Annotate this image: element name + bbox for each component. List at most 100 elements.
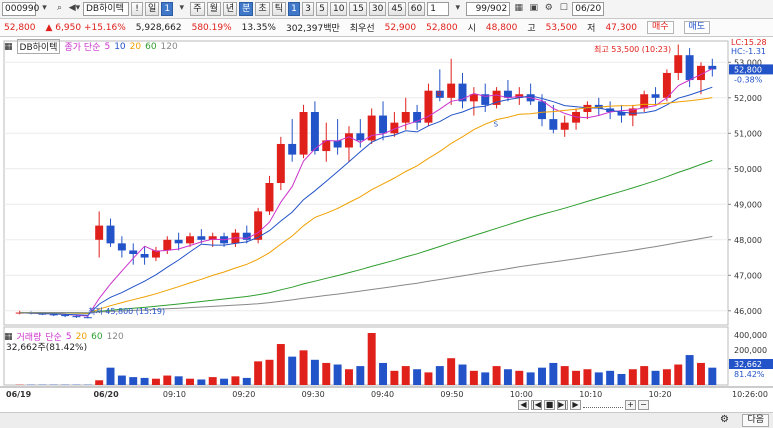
candle-body xyxy=(344,133,353,148)
candle-body xyxy=(401,112,410,123)
minute-5-button[interactable]: 5 xyxy=(315,2,328,16)
volume-bar xyxy=(344,369,353,385)
minute-60-button[interactable]: 60 xyxy=(407,2,426,16)
low-price: 47,300 xyxy=(605,22,637,33)
period-second-button[interactable]: 초 xyxy=(255,2,270,16)
volume-bar xyxy=(379,362,388,385)
volume-bar xyxy=(299,350,308,385)
range-field: 99/902 xyxy=(466,2,511,16)
stock-code-input[interactable]: 000990 xyxy=(2,2,39,16)
history-icon[interactable]: ◀▾ xyxy=(68,2,81,16)
buy-marker: B xyxy=(437,90,442,98)
candle-body xyxy=(538,101,546,120)
period-tick-button[interactable]: 틱 xyxy=(271,2,286,16)
candle-body xyxy=(288,143,297,155)
volume-bar xyxy=(322,362,331,385)
price-axis-label: 52,000 xyxy=(734,94,762,103)
search-icon[interactable]: ⌕ xyxy=(53,2,66,16)
volume-bar xyxy=(549,362,558,385)
volume-bar xyxy=(197,379,206,385)
volume-bar xyxy=(174,376,183,385)
interval-input[interactable]: 1 xyxy=(427,2,450,16)
volume-value: 5,928,662 xyxy=(135,22,182,33)
volume-bar xyxy=(310,359,319,385)
time-axis-label: 06/19 xyxy=(6,390,32,399)
period-month-button[interactable]: 월 xyxy=(206,2,221,16)
volume-bar xyxy=(186,378,194,385)
period-year-button[interactable]: 년 xyxy=(222,2,238,16)
volume-bar xyxy=(288,356,297,385)
price-axis-label: 47,000 xyxy=(734,271,762,280)
volume-bar xyxy=(674,364,683,385)
zoom-out-icon[interactable]: − xyxy=(638,400,649,410)
open-label: 시 xyxy=(467,24,476,34)
chart-toolbar: 000990 ▾ ⌕ ◀▾ DB하이텍 ! 일 1 ▾ 주 월 년 분 초 틱 … xyxy=(0,0,773,19)
candle-body xyxy=(560,122,569,130)
volume-tag: 32,662 xyxy=(734,360,762,369)
period-count-button[interactable]: 1 xyxy=(161,2,174,16)
legend-ma120: 120 xyxy=(160,41,178,52)
minute-30-button[interactable]: 30 xyxy=(368,2,387,16)
save-icon[interactable]: ▣ xyxy=(527,2,540,16)
best-ask: 52,900 xyxy=(384,22,417,33)
volume-bar xyxy=(651,370,660,385)
volume-bar xyxy=(390,370,399,385)
volume-bar xyxy=(640,366,649,385)
volume-bar xyxy=(662,369,671,385)
buy-button[interactable]: 매수 xyxy=(646,21,674,34)
legend-stock-name[interactable]: DB하이텍 xyxy=(16,39,61,54)
volume-ratio: 580.19% xyxy=(191,22,232,33)
candle-body xyxy=(83,317,92,319)
scroll-track[interactable] xyxy=(583,400,623,408)
volume-bar xyxy=(617,373,626,385)
change-amount: 6,950 xyxy=(55,22,82,33)
candle-body xyxy=(662,72,671,98)
interval-dropdown-icon[interactable]: ▾ xyxy=(451,2,464,16)
sell-button[interactable]: 매도 xyxy=(683,21,711,34)
grid-icon[interactable]: ▦ xyxy=(512,2,525,16)
volume-bar xyxy=(356,366,365,385)
price-axis-label: 46,000 xyxy=(734,307,762,316)
minute-10-button[interactable]: 10 xyxy=(329,2,348,16)
candle-body xyxy=(95,225,104,240)
minute-45-button[interactable]: 45 xyxy=(388,2,406,16)
nav-first-icon[interactable]: |◀ xyxy=(531,400,542,410)
period-day-button[interactable]: 일 xyxy=(145,2,160,16)
checkbox-icon[interactable]: ☐ xyxy=(557,2,570,16)
nav-next-icon[interactable]: ▶ xyxy=(570,400,581,410)
up-arrow-icon: ▲ xyxy=(45,22,53,33)
nav-last-icon[interactable]: ▶| xyxy=(557,400,568,410)
minute-3-button[interactable]: 3 xyxy=(301,2,314,16)
price-axis-label: 51,000 xyxy=(734,129,762,138)
minute-1-button[interactable]: 1 xyxy=(287,2,300,16)
legend-icon: ▦ xyxy=(4,41,13,52)
price-axis-label: 50,000 xyxy=(734,165,762,174)
settings-icon[interactable]: ⚙ xyxy=(542,2,555,16)
high-label: 고 xyxy=(527,24,536,34)
volume-bar xyxy=(458,364,467,385)
period-minute-button[interactable]: 분 xyxy=(239,2,254,16)
candle-body xyxy=(651,94,660,98)
volume-bar xyxy=(583,369,592,385)
zoom-in-icon[interactable]: + xyxy=(625,400,636,410)
nav-stop-icon[interactable]: ■ xyxy=(544,400,555,410)
nav-prev-icon[interactable]: ◀ xyxy=(518,400,529,410)
volume-bar xyxy=(242,377,251,385)
time-axis-label: 10:00 xyxy=(510,390,533,399)
period-dropdown-icon[interactable]: ▾ xyxy=(175,2,188,16)
info-button[interactable]: ! xyxy=(131,2,143,16)
volume-bar xyxy=(594,372,603,385)
time-axis-label: 09:50 xyxy=(440,390,463,399)
dropdown-icon[interactable]: ▾ xyxy=(38,2,51,16)
next-button[interactable]: 다음 xyxy=(742,414,769,427)
volume-bar xyxy=(276,344,285,385)
minute-15-button[interactable]: 15 xyxy=(349,2,367,16)
legend-ma-label: 종가 단순 xyxy=(64,43,101,53)
volume-bar xyxy=(265,359,274,385)
period-week-button[interactable]: 주 xyxy=(190,2,205,16)
sell-marker: S xyxy=(494,121,499,129)
price-volume-chart[interactable]: 53,00052,00051,00050,00049,00048,00047,0… xyxy=(0,37,773,412)
date-input[interactable]: 06/20 xyxy=(572,2,605,16)
change-value: ▲ 6,950 +15.16% xyxy=(46,23,126,33)
gear-icon[interactable]: ⚙ xyxy=(720,414,729,425)
